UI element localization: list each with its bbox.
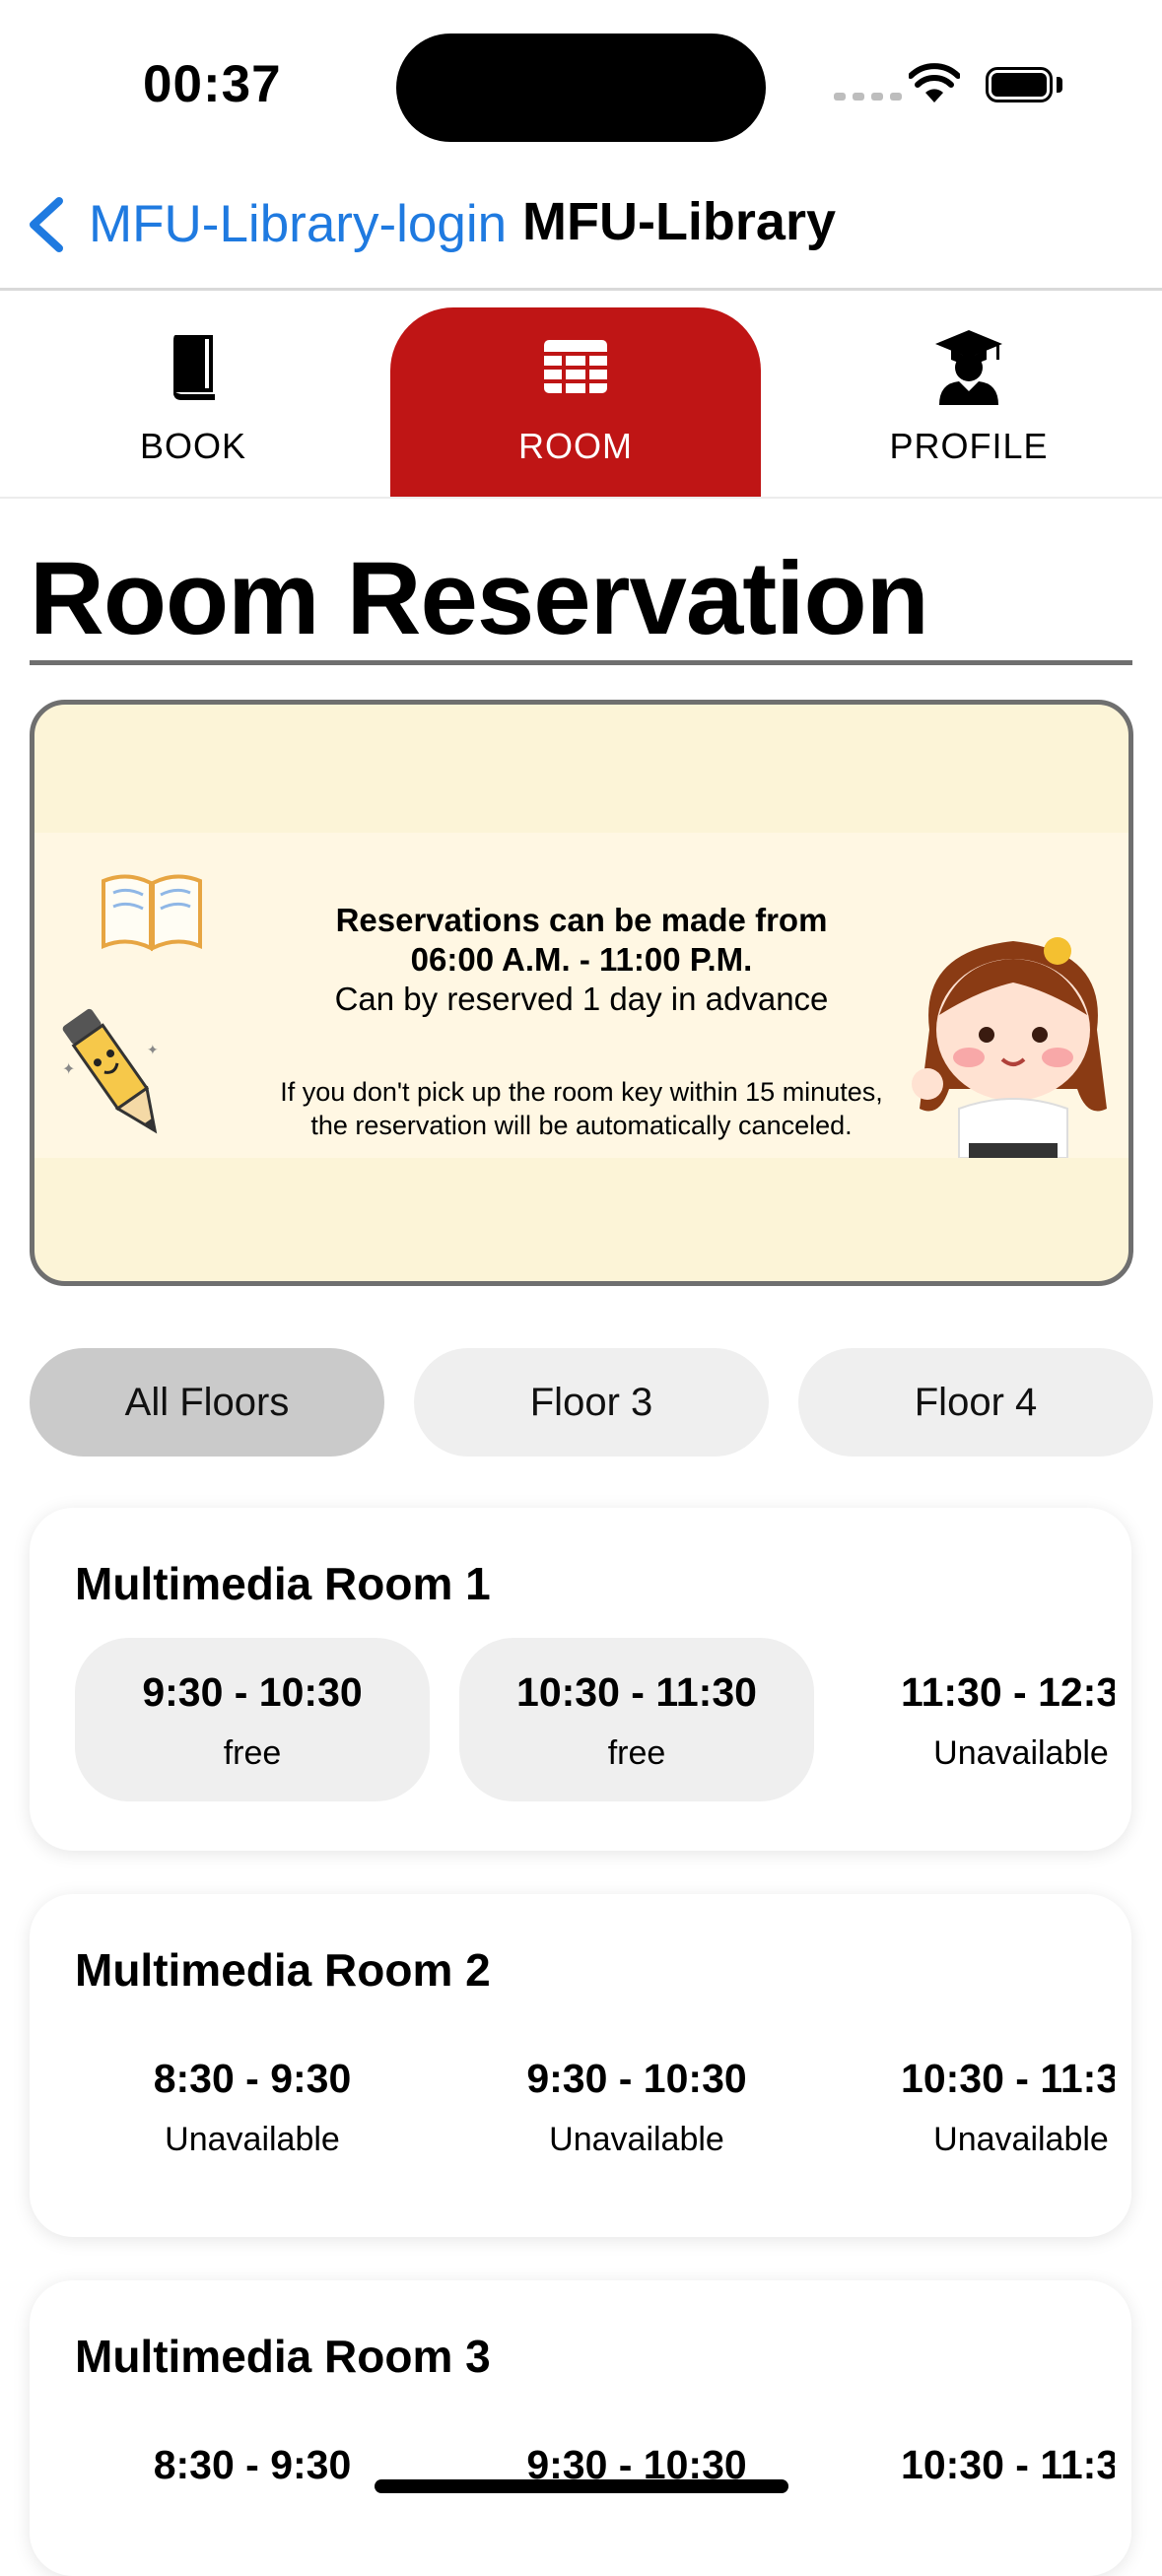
student-girl-illustration — [900, 921, 1127, 1163]
tab-room-label: ROOM — [518, 426, 633, 466]
room-name: Multimedia Room 1 — [75, 1558, 491, 1609]
time-slot[interactable]: 9:30 - 10:30 Unavailable — [459, 2024, 814, 2188]
slot-time: 9:30 - 10:30 — [526, 2056, 747, 2101]
filter-all-floors[interactable]: All Floors — [30, 1348, 384, 1457]
svg-text:✦: ✦ — [62, 1061, 75, 1078]
dynamic-island — [396, 34, 766, 142]
grid-icon — [542, 327, 609, 406]
time-slot[interactable]: 8:30 - 9:30 — [75, 2410, 430, 2574]
book-icon — [166, 327, 221, 406]
graduate-icon — [933, 327, 1004, 406]
time-slot[interactable]: 9:30 - 10:30 free — [75, 1638, 430, 1801]
time-slot-list[interactable]: 8:30 - 9:30 Unavailable 9:30 - 10:30 Una… — [75, 2024, 1115, 2192]
wifi-icon — [908, 63, 961, 109]
title-divider — [30, 660, 1132, 665]
battery-tip — [1057, 77, 1062, 93]
battery-icon — [986, 67, 1053, 102]
tab-book-label: BOOK — [139, 426, 247, 466]
chevron-left-icon[interactable] — [24, 195, 67, 259]
time-slot-list[interactable]: 9:30 - 10:30 free 10:30 - 11:30 free 11:… — [75, 1638, 1115, 1805]
filter-floor-3[interactable]: Floor 3 — [414, 1348, 769, 1457]
room-card: Multimedia Room 3 8:30 - 9:30 9:30 - 10:… — [30, 2280, 1131, 2576]
slot-time: 9:30 - 10:30 — [142, 1669, 363, 1715]
slot-time: 8:30 - 9:30 — [153, 2056, 352, 2101]
time-slot[interactable]: 11:30 - 12:30 Unavailable — [844, 1638, 1115, 1801]
slot-time: 10:30 - 11:30 — [901, 2056, 1115, 2101]
slot-status: Unavailable — [933, 2121, 1109, 2158]
page-title: Room Reservation — [30, 541, 929, 656]
home-indicator[interactable] — [375, 2479, 788, 2493]
room-name: Multimedia Room 2 — [75, 1944, 491, 1996]
slot-status: Unavailable — [933, 1734, 1109, 1772]
slot-status: Unavailable — [165, 2121, 340, 2158]
tab-book[interactable]: BOOK — [8, 307, 378, 497]
filter-floor-4[interactable]: Floor 4 — [798, 1348, 1153, 1457]
time-slot[interactable]: 10:30 - 11:30 — [844, 2410, 1115, 2574]
room-name: Multimedia Room 3 — [75, 2331, 491, 2382]
tab-profile-label: PROFILE — [889, 426, 1049, 466]
svg-text:✦: ✦ — [147, 1042, 159, 1057]
slot-status: Unavailable — [549, 2121, 724, 2158]
tabs-divider — [0, 497, 1162, 499]
tab-room[interactable]: ROOM — [390, 307, 761, 497]
reservation-info-banner: ✦ ✦ Reservations can be made from 06:00 … — [30, 700, 1133, 1286]
cellular-signal-icon — [834, 93, 902, 101]
time-slot[interactable]: 8:30 - 9:30 Unavailable — [75, 2024, 430, 2188]
tab-profile[interactable]: PROFILE — [784, 307, 1154, 497]
time-slot[interactable]: 10:30 - 11:30 Unavailable — [844, 2024, 1115, 2188]
room-card: Multimedia Room 2 8:30 - 9:30 Unavailabl… — [30, 1894, 1131, 2237]
slot-time: 10:30 - 11:30 — [901, 2442, 1115, 2487]
nav-divider — [0, 288, 1162, 291]
slot-time: 11:30 - 12:30 — [901, 1669, 1115, 1715]
time-slot[interactable]: 10:30 - 11:30 free — [459, 1638, 814, 1801]
status-time: 00:37 — [143, 55, 282, 113]
back-button[interactable]: MFU-Library-login — [89, 194, 507, 254]
room-card: Multimedia Room 1 9:30 - 10:30 free 10:3… — [30, 1508, 1131, 1851]
slot-status: free — [607, 1734, 666, 1772]
slot-time: 10:30 - 11:30 — [516, 1669, 757, 1715]
time-slot-list[interactable]: 8:30 - 9:30 9:30 - 10:30 10:30 - 11:30 — [75, 2410, 1115, 2576]
slot-status: free — [223, 1734, 282, 1772]
nav-title: MFU-Library — [522, 192, 837, 251]
